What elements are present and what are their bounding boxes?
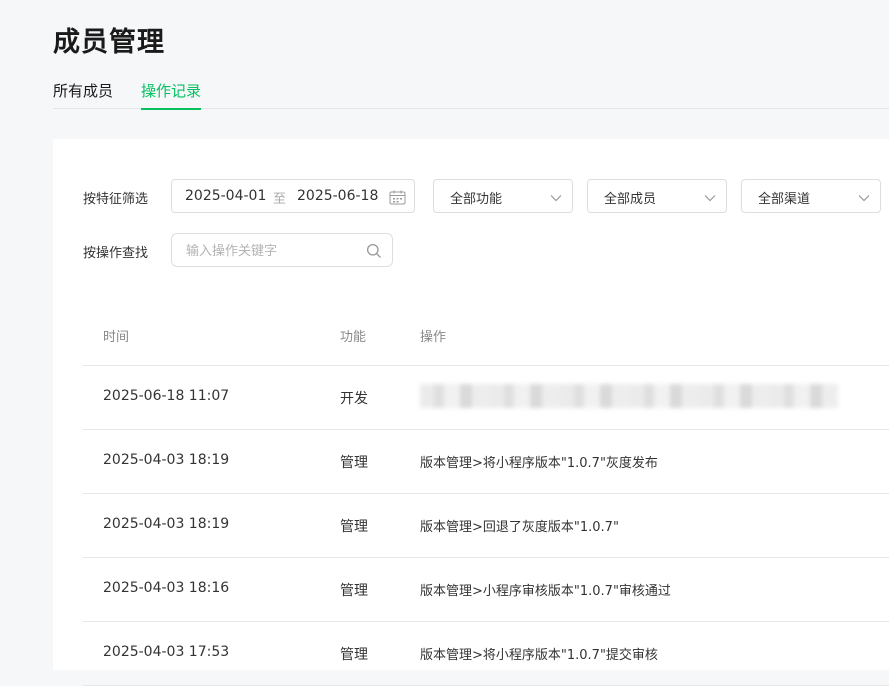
row-operation: 版本管理>回退了灰度版本"1.0.7" (420, 520, 619, 535)
table-row: 2025-04-03 17:53 管理 版本管理>将小程序版本"1.0.7"提交… (83, 622, 889, 686)
header-function: 功能 (340, 330, 367, 345)
search-icon[interactable] (366, 243, 382, 263)
table-row: 2025-04-03 18:19 管理 版本管理>回退了灰度版本"1.0.7" (83, 494, 889, 558)
search-input[interactable] (186, 241, 356, 261)
date-end[interactable]: 2025-06-18 (297, 188, 378, 204)
channel-select[interactable]: 全部渠道 (741, 179, 881, 213)
table-row: 2025-06-18 11:07 开发 (83, 366, 889, 430)
search-label: 按操作查找 (83, 246, 149, 261)
date-separator: 至 (273, 192, 287, 207)
redacted-operation (420, 384, 838, 408)
row-function: 开发 (340, 391, 368, 407)
tab-all-members[interactable]: 所有成员 (53, 80, 113, 108)
row-time: 2025-04-03 17:53 (103, 644, 230, 660)
row-operation: 版本管理>将小程序版本"1.0.7"灰度发布 (420, 456, 658, 471)
chevron-down-icon (704, 191, 716, 206)
table-row: 2025-04-03 18:16 管理 版本管理>小程序审核版本"1.0.7"审… (83, 558, 889, 622)
row-time: 2025-04-03 18:19 (103, 516, 230, 532)
row-operation: 版本管理>将小程序版本"1.0.7"提交审核 (420, 648, 658, 663)
table-row: 2025-04-03 18:19 管理 版本管理>将小程序版本"1.0.7"灰度… (83, 430, 889, 494)
date-range-picker[interactable]: 2025-04-01 至 2025-06-18 (171, 179, 415, 213)
search-box[interactable] (171, 233, 393, 267)
chevron-down-icon (858, 191, 870, 206)
filter-feature-label: 按特征筛选 (83, 192, 149, 207)
content-card: 按特征筛选 2025-04-01 至 2025-06-18 全部功能 全部成员 (53, 139, 889, 686)
row-function: 管理 (340, 583, 368, 599)
tab-operation-log[interactable]: 操作记录 (141, 80, 202, 110)
date-start[interactable]: 2025-04-01 (185, 188, 266, 204)
function-select[interactable]: 全部功能 (433, 179, 573, 213)
row-operation: 版本管理>小程序审核版本"1.0.7"审核通过 (420, 584, 671, 599)
row-function: 管理 (340, 455, 368, 471)
channel-select-value: 全部渠道 (758, 192, 811, 207)
table-header: 时间 功能 操作 (83, 305, 889, 366)
page-title: 成员管理 (53, 27, 165, 58)
tab-bar: 所有成员 操作记录 (53, 80, 889, 110)
member-select-value: 全部成员 (604, 192, 657, 207)
function-select-value: 全部功能 (450, 192, 503, 207)
header-time: 时间 (103, 330, 130, 345)
row-time: 2025-04-03 18:16 (103, 580, 230, 596)
header-operation: 操作 (420, 330, 447, 345)
row-function: 管理 (340, 519, 368, 535)
chevron-down-icon (550, 191, 562, 206)
member-select[interactable]: 全部成员 (587, 179, 727, 213)
row-time: 2025-04-03 18:19 (103, 452, 230, 468)
operation-log-table: 时间 功能 操作 2025-06-18 11:07 开发 2025-04-03 … (83, 305, 889, 686)
calendar-icon[interactable] (389, 190, 406, 209)
row-time: 2025-06-18 11:07 (103, 388, 230, 404)
row-function: 管理 (340, 647, 368, 663)
